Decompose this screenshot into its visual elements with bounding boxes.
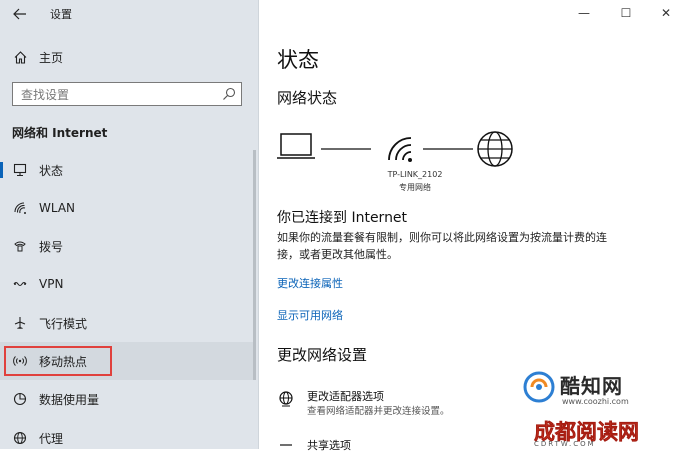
option-description: 查看网络适配器并更改连接设置。 [307, 406, 450, 417]
nav-label: 代理 [39, 431, 64, 446]
airplane-icon [12, 315, 28, 331]
nav-item-proxy[interactable]: 代理 [0, 421, 255, 449]
status-icon [12, 162, 28, 178]
network-name: TP-LINK_2102 [387, 170, 443, 179]
nav-item-data-usage[interactable]: 数据使用量 [0, 382, 255, 416]
show-available-networks-link[interactable]: 显示可用网络 [277, 307, 343, 323]
close-button[interactable]: ✕ [651, 4, 681, 22]
vpn-icon [12, 276, 28, 292]
back-button[interactable] [10, 5, 30, 23]
wifi-icon [12, 200, 28, 216]
nav-home-label: 主页 [39, 50, 64, 65]
globe-icon [12, 430, 28, 446]
nav-item-wlan[interactable]: WLAN [0, 191, 255, 225]
wifi-signal-icon [388, 137, 412, 162]
network-diagram: TP-LINK_2102 专用网络 [277, 128, 577, 200]
search-input[interactable] [19, 84, 223, 106]
navigation-pane: 设置 主页 网络和 Internet 状态 WLAN 拨号 VPN [0, 0, 259, 449]
nav-label: 数据使用量 [39, 392, 100, 407]
network-type: 专用网络 [399, 183, 431, 192]
nav-section-title: 网络和 Internet [12, 126, 108, 140]
page-title: 状态 [277, 48, 319, 72]
maximize-icon: ☐ [620, 6, 632, 20]
minimize-icon: — [578, 6, 590, 20]
back-arrow-icon [13, 8, 26, 20]
option-title: 共享选项 [307, 439, 351, 452]
nav-label: VPN [39, 277, 64, 291]
watermark-url-2: CDRTW.COM [534, 440, 596, 448]
change-network-settings-heading: 更改网络设置 [277, 346, 368, 364]
minimize-button[interactable]: — [569, 4, 599, 22]
maximize-button[interactable]: ☐ [611, 4, 641, 22]
nav-item-home[interactable]: 主页 [0, 40, 255, 74]
nav-scrollbar[interactable] [253, 150, 256, 380]
option-title: 更改适配器选项 [307, 390, 384, 403]
nav-label: 拨号 [39, 239, 64, 254]
highlight-box [4, 346, 112, 376]
watermark-name: 酷知网 [560, 374, 623, 398]
home-icon [12, 49, 28, 65]
close-icon: ✕ [660, 6, 672, 20]
change-connection-properties-link[interactable]: 更改连接属性 [277, 275, 343, 291]
dialup-icon [12, 238, 28, 254]
laptop-icon [277, 133, 315, 159]
network-status-heading: 网络状态 [277, 89, 338, 107]
nav-item-status[interactable]: 状态 [0, 153, 255, 187]
connected-title: 你已连接到 Internet [277, 210, 408, 226]
adapter-globe-icon [279, 391, 293, 407]
internet-globe-icon [477, 131, 513, 167]
app-title: 设置 [50, 8, 72, 21]
search-icon[interactable] [222, 87, 236, 101]
sharing-icon [280, 444, 292, 446]
nav-item-vpn[interactable]: VPN [0, 267, 255, 301]
nav-label: 飞行模式 [39, 316, 88, 331]
watermark-url: www.coozhi.com [562, 397, 629, 406]
search-box[interactable] [12, 82, 242, 106]
connected-description: 如果你的流量套餐有限制，则你可以将此网络设置为按流量计费的连接，或者更改其他属性… [277, 231, 607, 261]
title-bar: 设置 [0, 0, 258, 28]
nav-item-dialup[interactable]: 拨号 [0, 229, 255, 263]
watermark: 酷知网 www.coozhi.com 成都阅读网 CDRTW.COM [520, 366, 682, 449]
data-usage-icon [12, 391, 28, 407]
watermark-logo [523, 371, 555, 403]
nav-item-airplane[interactable]: 飞行模式 [0, 306, 255, 340]
nav-label: 状态 [39, 163, 64, 178]
nav-label: WLAN [39, 201, 76, 215]
